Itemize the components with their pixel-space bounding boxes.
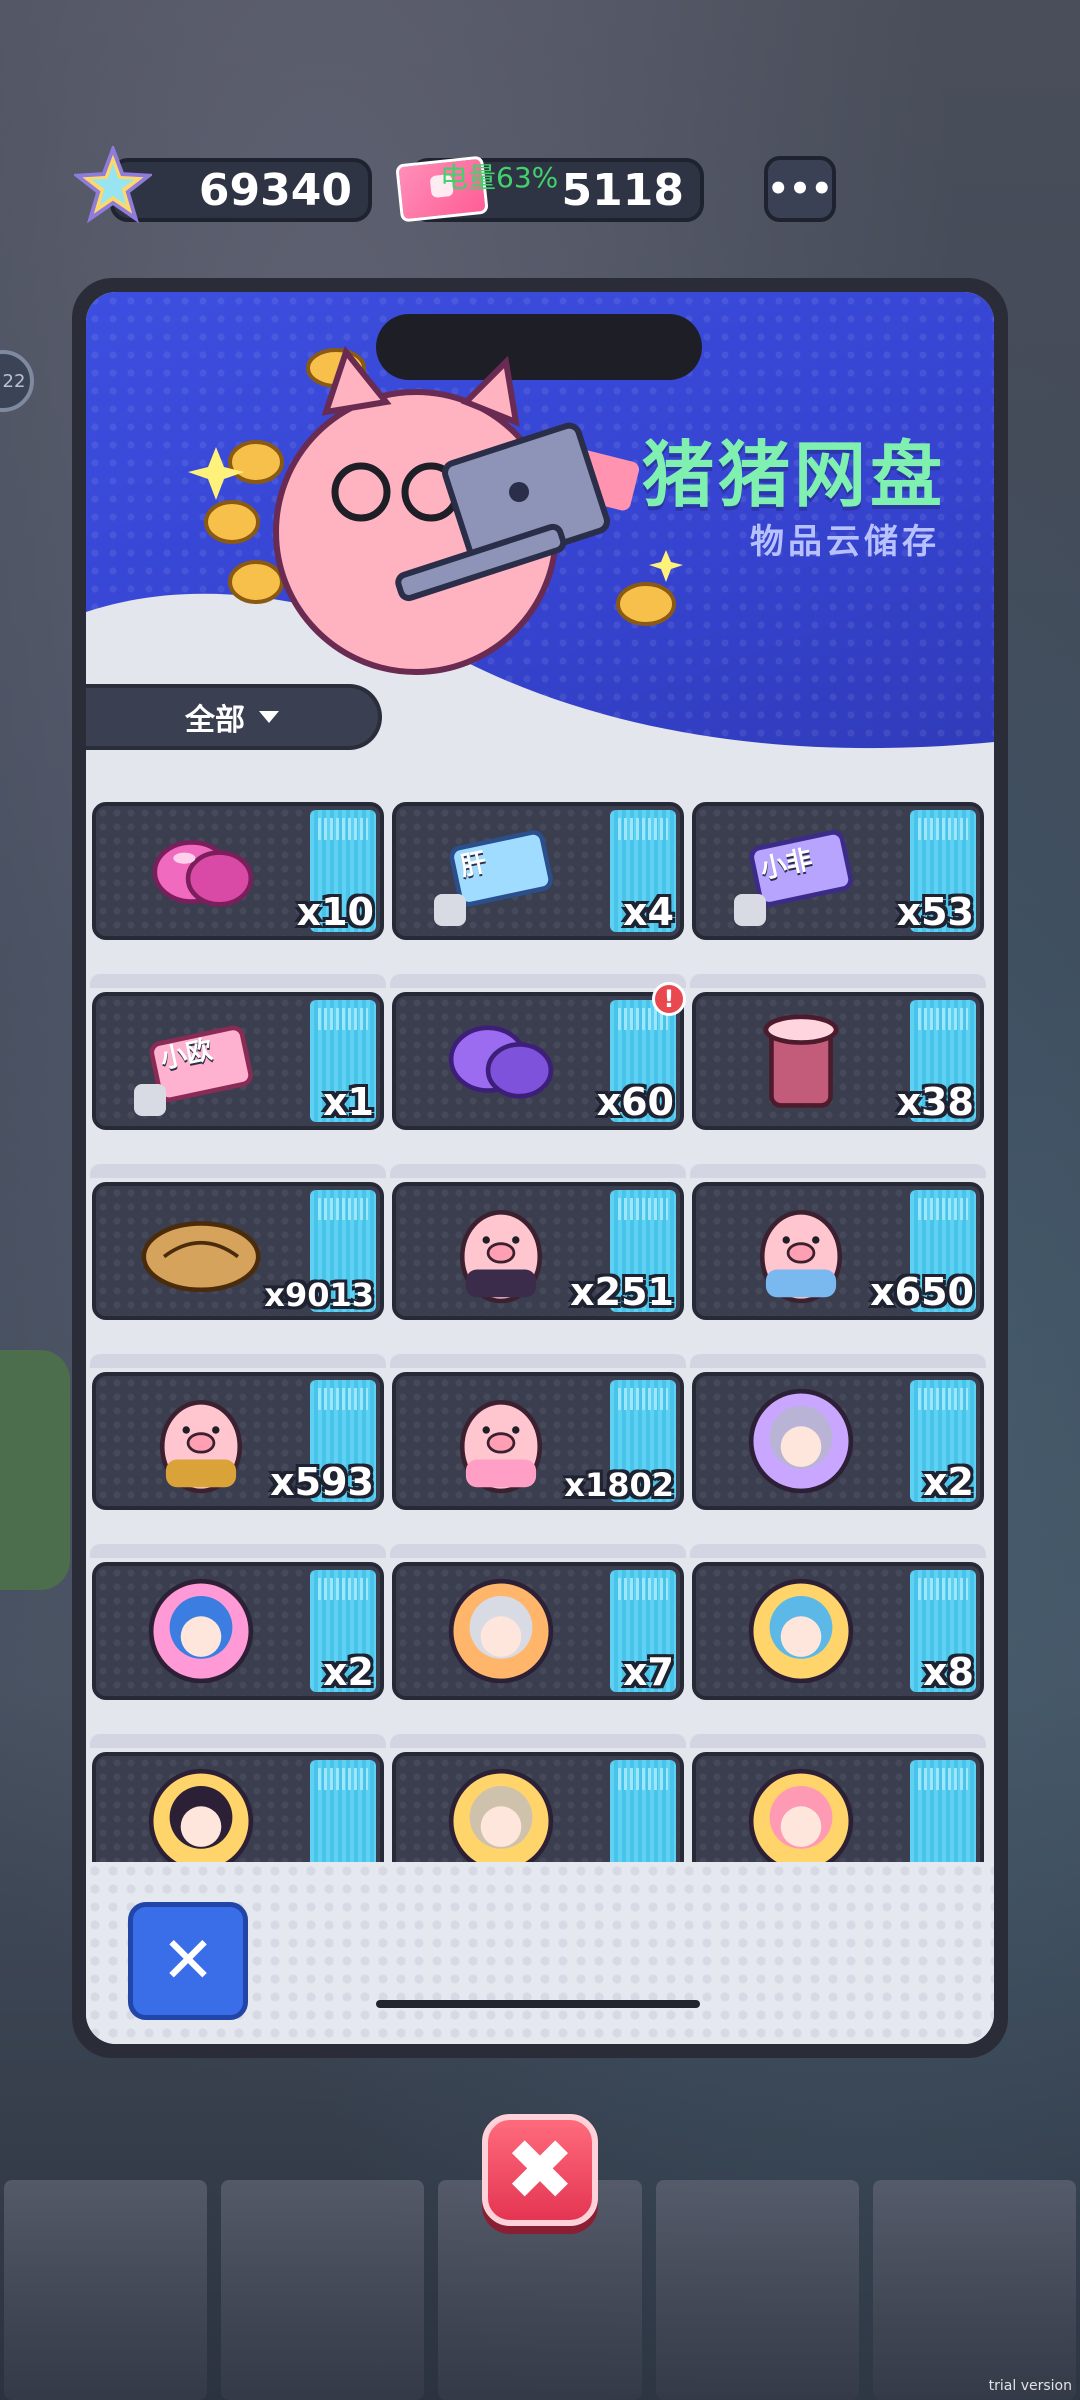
item-slot[interactable]: x8 (690, 1544, 986, 1700)
puzzle-piece-icon (434, 894, 466, 926)
pig-blue-icon (759, 1210, 843, 1304)
background-card (4, 2180, 208, 2400)
pig-purple-bow-icon (459, 1210, 543, 1304)
item-count: x9013 (264, 1276, 374, 1314)
item-slot-background: x10 (96, 806, 380, 936)
panel-title: 猪猪网盘 (641, 433, 946, 517)
item-slot[interactable]: x7 (390, 1544, 686, 1700)
item-slot[interactable]: 肝 x4 (392, 802, 684, 940)
avatar-lilac-hair-icon (748, 1388, 854, 1494)
dismiss-button[interactable]: ✖ (482, 2114, 598, 2226)
close-icon: ✖ (504, 2121, 576, 2219)
item-count: x38 (896, 1080, 974, 1124)
background-card (655, 2180, 859, 2400)
background-card (872, 2180, 1077, 2400)
item-slot-background: x7 (396, 1566, 680, 1696)
item-count: x7 (623, 1650, 674, 1694)
item-slot-background: x1802 (396, 1376, 680, 1506)
purple-gem-icon (448, 1025, 554, 1099)
item-count: x8 (923, 1650, 974, 1694)
item-count: x593 (270, 1460, 374, 1504)
item-slot-background: x593 (96, 1376, 380, 1506)
item-slot[interactable]: x60! (390, 974, 686, 1130)
background-plant (0, 1350, 70, 1590)
item-count: x650 (870, 1270, 974, 1314)
item-grid-viewport[interactable]: x10 肝 x4 小非 x53 小欧 x1 x60! x38 x9013 x251 x650 x593 x… (86, 802, 994, 2044)
item-count: x10 (296, 890, 374, 934)
more-menu-button[interactable]: ••• (764, 156, 836, 222)
tickets-value: 5118 (561, 164, 684, 216)
star-currency-icon (74, 146, 152, 224)
background-card (221, 2180, 425, 2400)
item-slot[interactable]: x2 (690, 1354, 986, 1510)
avatar-blue-hair-icon (148, 1578, 254, 1684)
item-slot[interactable]: 小欧 x1 (90, 974, 386, 1130)
item-slot[interactable]: 小非 x53 (692, 802, 984, 940)
panel-close-button[interactable]: ✕ (128, 1902, 248, 2020)
panel-screen: 猪猪网盘 物品云储存 全部 x10 肝 x4 小非 x53 小欧 x1 x60! x38 x901… (86, 292, 994, 2044)
item-slot[interactable]: x251 (390, 1164, 686, 1320)
new-alert-icon: ! (652, 982, 686, 1016)
item-slot-background: x2 (696, 1376, 980, 1506)
pink-gem-icon (152, 840, 254, 907)
item-slot-background: 小非 x53 (696, 806, 980, 936)
item-count: x2 (923, 1460, 974, 1504)
bubble-tea-icon (763, 1014, 839, 1108)
item-count: x4 (623, 890, 674, 934)
item-grid: x10 肝 x4 小非 x53 小欧 x1 x60! x38 x9013 x251 x650 x593 x… (90, 802, 988, 1890)
avatar-silver-hair-icon (448, 1578, 554, 1684)
battery-indicator: 电量63% (440, 161, 559, 194)
cloud-storage-panel: 猪猪网盘 物品云储存 全部 x10 肝 x4 小非 x53 小欧 x1 x60! x38 x901… (72, 278, 1008, 2058)
avatar-teal-hair-icon (748, 1578, 854, 1684)
item-count: x60 (596, 1080, 674, 1124)
item-slot-background: 肝 x4 (396, 806, 680, 936)
item-slot[interactable]: x650 (690, 1164, 986, 1320)
item-slot[interactable]: x9013 (90, 1164, 386, 1320)
item-count: x53 (896, 890, 974, 934)
item-count: x1802 (564, 1466, 674, 1504)
stars-value: 69340 (198, 164, 352, 216)
home-indicator (376, 2000, 700, 2008)
item-slot-background: x9013 (96, 1186, 380, 1316)
close-icon: ✕ (161, 1924, 215, 1998)
puzzle-piece-icon (734, 894, 766, 926)
item-slot-background: x38 (696, 996, 980, 1126)
puzzle-piece-icon (134, 1084, 166, 1116)
watermark: trial version (988, 2378, 1072, 2394)
item-slot[interactable]: x38 (690, 974, 986, 1130)
item-count: x2 (323, 1650, 374, 1694)
pig-yellow-icon (159, 1400, 243, 1494)
panel-subtitle: 物品云储存 (750, 522, 940, 562)
item-count: x251 (570, 1270, 674, 1314)
item-count: x1 (323, 1080, 374, 1124)
item-slot-background: x2 (96, 1566, 380, 1696)
more-icon: ••• (767, 169, 833, 209)
pig-pink-icon (459, 1400, 543, 1494)
category-filter-dropdown[interactable]: 全部 (86, 684, 382, 750)
item-slot[interactable]: x593 (90, 1354, 386, 1510)
item-slot-background: x650 (696, 1186, 980, 1316)
item-slot[interactable]: x10 (92, 802, 384, 940)
item-slot-background: x60 (396, 996, 680, 1126)
panel-footer: ✕ (86, 1862, 994, 2044)
chevron-down-icon (259, 711, 279, 723)
filter-label: 全部 (185, 703, 245, 738)
item-slot-background: x8 (696, 1566, 980, 1696)
item-slot-background: x251 (396, 1186, 680, 1316)
croissant-icon (141, 1221, 261, 1293)
item-slot[interactable]: x2 (90, 1544, 386, 1700)
item-slot[interactable]: x1802 (390, 1354, 686, 1510)
item-slot-background: 小欧 x1 (96, 996, 380, 1126)
